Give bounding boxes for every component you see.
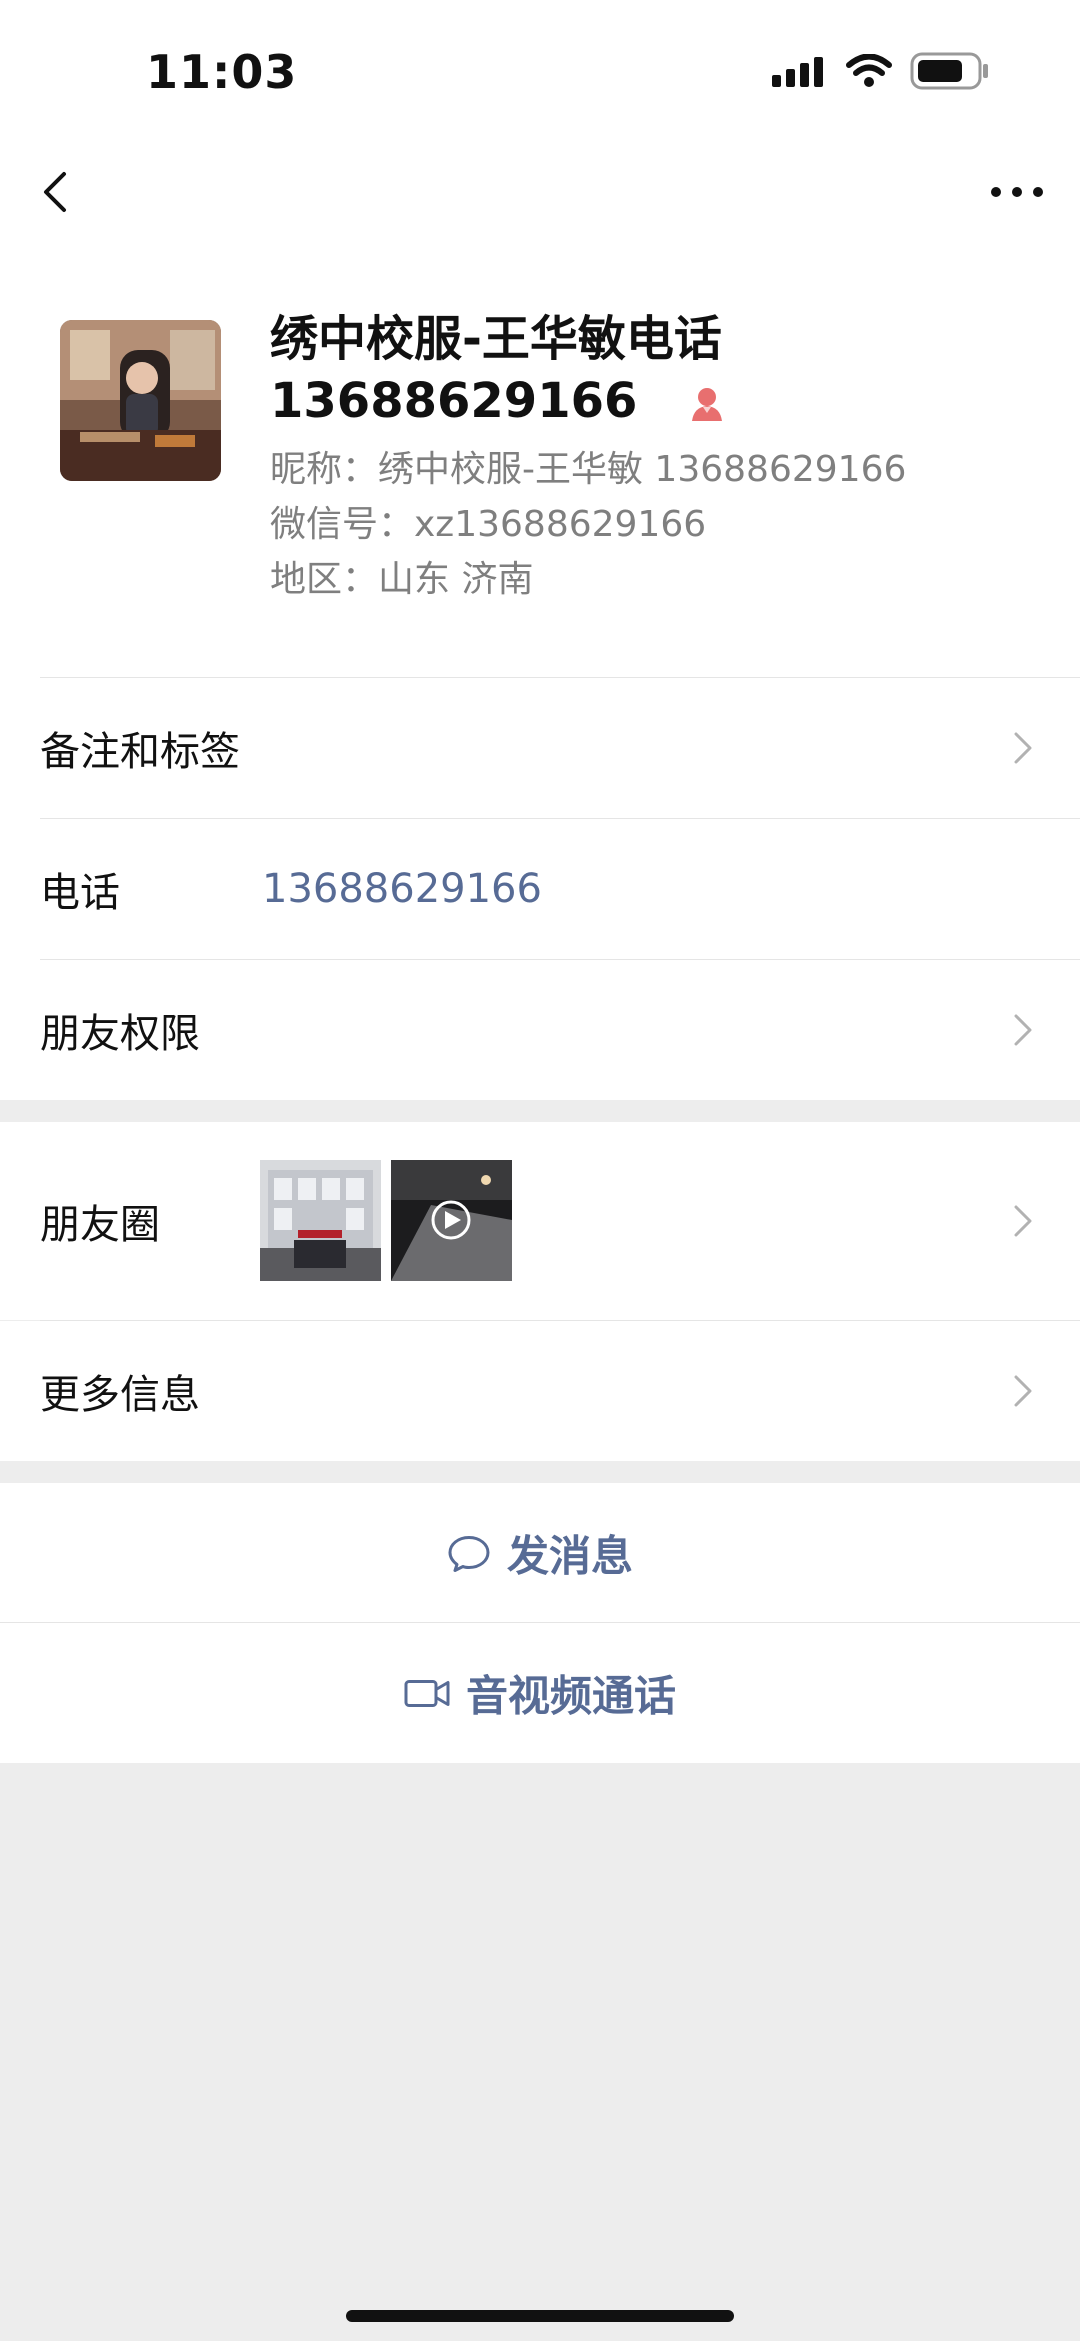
status-time: 11:03 bbox=[146, 45, 298, 99]
contact-name-line2-wrap: 13688629166 bbox=[270, 370, 1030, 432]
chat-bubble-icon bbox=[448, 1535, 490, 1572]
wechat-id: 微信号：xz13688629166 bbox=[270, 504, 707, 545]
female-icon bbox=[692, 388, 723, 421]
phone-row[interactable]: 电话 13688629166 bbox=[0, 819, 1080, 959]
remarks-tags-label: 备注和标签 bbox=[40, 729, 240, 775]
region: 地区：山东 济南 bbox=[270, 559, 534, 600]
chevron-right-icon bbox=[1014, 732, 1032, 764]
wifi-icon bbox=[846, 54, 892, 87]
section-gap bbox=[0, 1100, 1080, 1122]
moments-thumbnails bbox=[260, 1160, 512, 1281]
video-call-button[interactable]: 音视频通话 bbox=[0, 1623, 1080, 1763]
friend-permissions-row[interactable]: 朋友权限 bbox=[0, 960, 1080, 1100]
status-bar: 11:03 bbox=[0, 0, 1080, 140]
contact-name-line2: 13688629166 bbox=[270, 373, 638, 429]
more-dots-icon[interactable] bbox=[982, 162, 1052, 222]
signal-icon bbox=[772, 57, 823, 87]
section-gap bbox=[0, 1461, 1080, 1483]
send-message-button[interactable]: 发消息 bbox=[0, 1483, 1080, 1623]
video-camera-icon bbox=[404, 1679, 450, 1707]
nav-bar bbox=[0, 140, 1080, 240]
more-info-row[interactable]: 更多信息 bbox=[0, 1321, 1080, 1461]
chevron-right-icon bbox=[1014, 1205, 1032, 1237]
profile-header: 绣中校服-王华敏电话 13688629166 昵称：绣中校服-王华敏 13688… bbox=[0, 280, 1080, 640]
friend-permissions-label: 朋友权限 bbox=[40, 1011, 200, 1057]
moments-row[interactable]: 朋友圈 bbox=[0, 1122, 1080, 1320]
nickname: 昵称：绣中校服-王华敏 13688629166 bbox=[270, 449, 907, 490]
send-message-label: 发消息 bbox=[506, 1531, 634, 1581]
moments-video-thumbnail bbox=[391, 1160, 512, 1281]
moments-thumbnail bbox=[260, 1160, 381, 1281]
avatar[interactable] bbox=[60, 320, 221, 481]
chevron-right-icon bbox=[1014, 1375, 1032, 1407]
home-indicator[interactable] bbox=[346, 2310, 734, 2322]
moments-label: 朋友圈 bbox=[40, 1202, 160, 1248]
phone-number-link[interactable]: 13688629166 bbox=[262, 866, 542, 912]
remarks-tags-row[interactable]: 备注和标签 bbox=[0, 678, 1080, 818]
phone-label: 电话 bbox=[40, 870, 120, 916]
contact-name-line1: 绣中校服-王华敏电话 bbox=[270, 311, 722, 367]
chevron-left-icon[interactable] bbox=[32, 162, 92, 222]
more-info-label: 更多信息 bbox=[40, 1372, 200, 1418]
video-call-label: 音视频通话 bbox=[465, 1671, 677, 1721]
battery-icon bbox=[910, 52, 988, 90]
chevron-right-icon bbox=[1014, 1014, 1032, 1046]
contact-name: 绣中校服-王华敏电话 13688629166 bbox=[270, 308, 1030, 432]
